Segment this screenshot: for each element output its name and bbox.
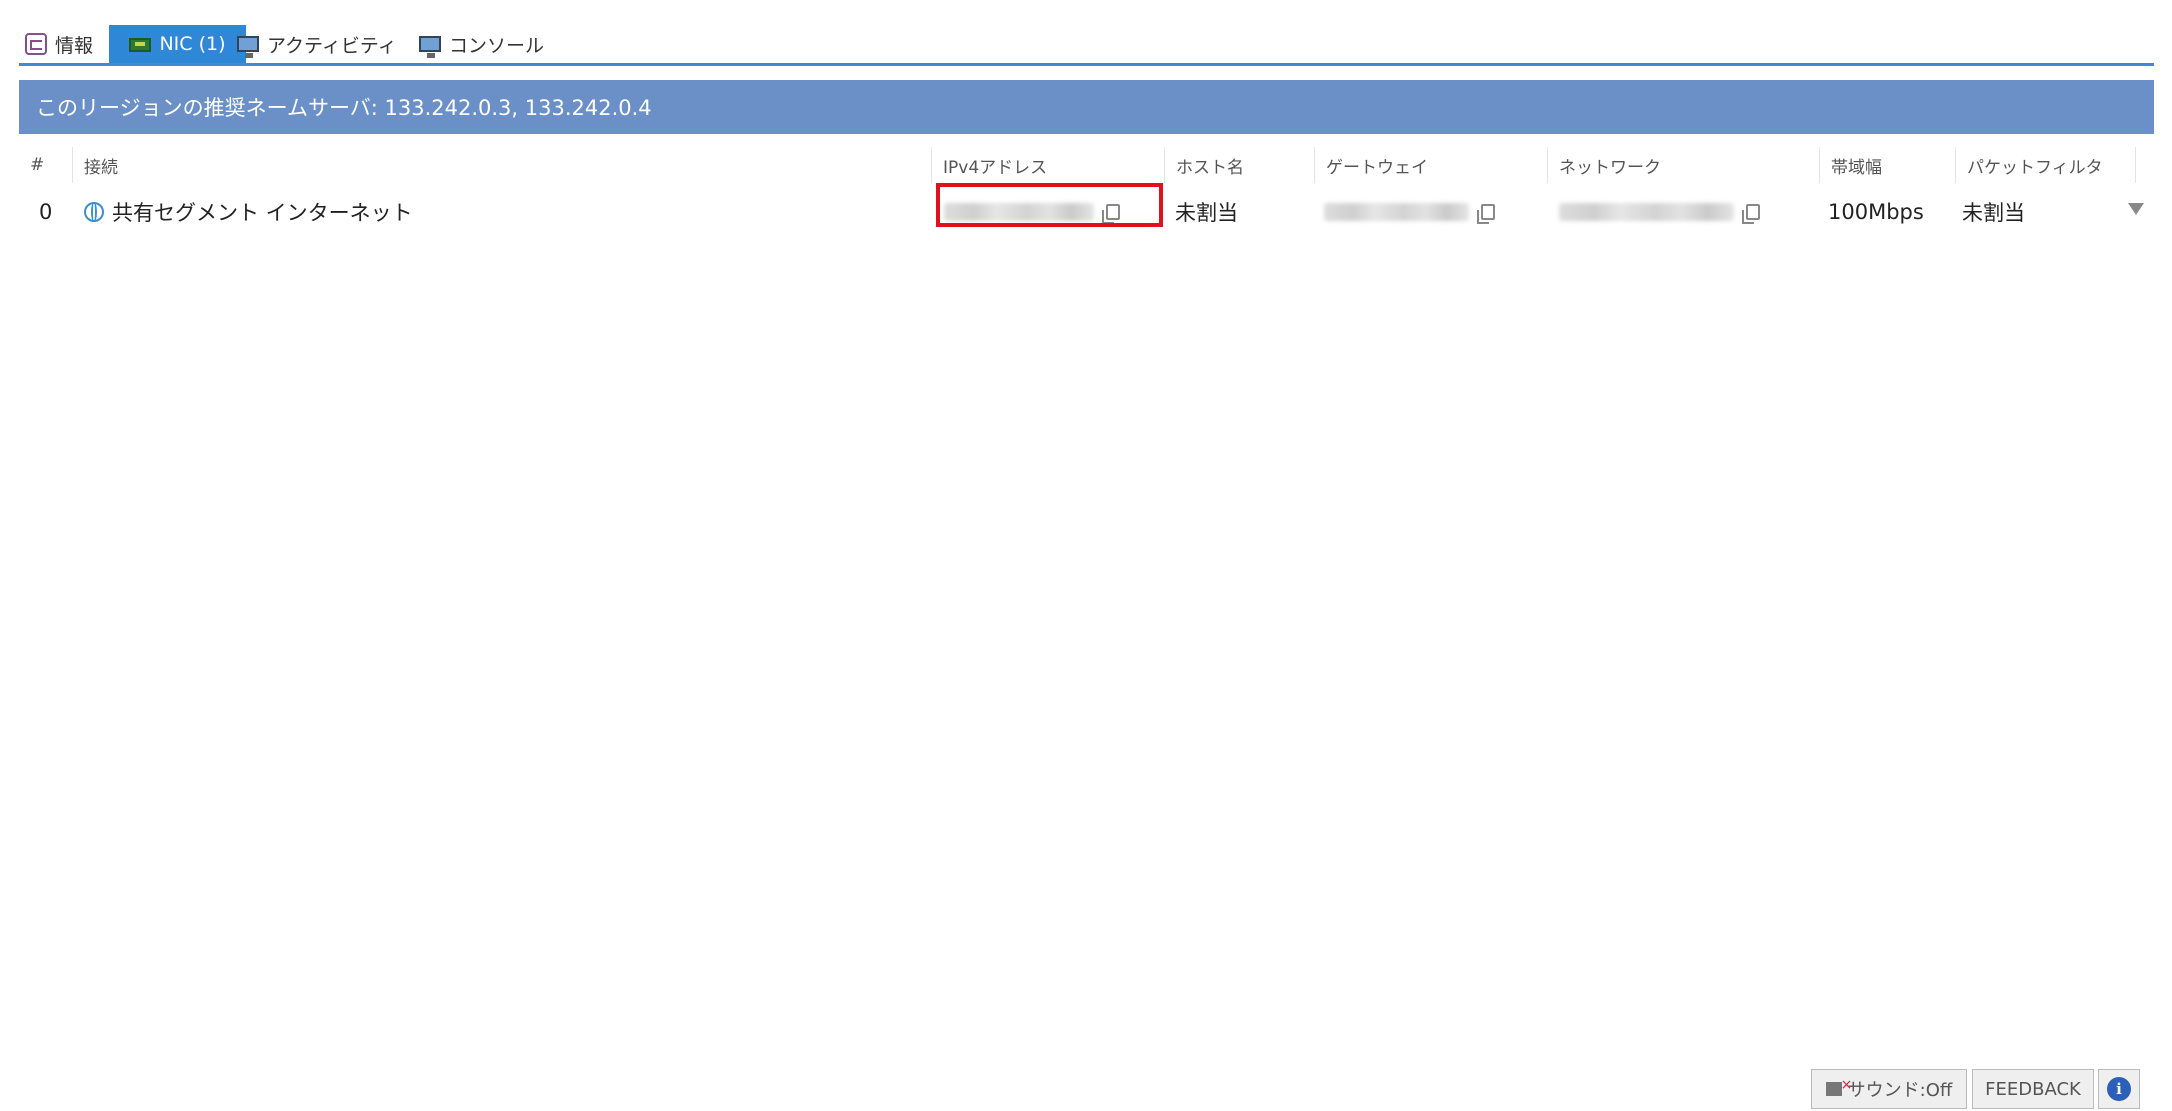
- nameserver-banner-text: このリージョンの推奨ネームサーバ: 133.242.0.3, 133.242.0…: [36, 96, 652, 120]
- globe-icon: [84, 202, 104, 222]
- tab-nic[interactable]: NIC (1): [109, 25, 246, 63]
- tab-console-label: コンソール: [449, 34, 545, 57]
- column-header-bandwidth[interactable]: 帯域幅: [1819, 147, 1955, 183]
- copy-network-icon[interactable]: [1742, 204, 1760, 224]
- speaker-muted-icon: [1825, 1077, 1852, 1096]
- monitor-icon: [419, 36, 441, 58]
- row-connection: 共有セグメント インターネット: [84, 192, 413, 232]
- row-menu-arrow-icon[interactable]: [2128, 203, 2144, 215]
- nameserver-banner: このリージョンの推奨ネームサーバ: 133.242.0.3, 133.242.0…: [19, 80, 2154, 134]
- sound-toggle-button[interactable]: サウンド:Off: [1811, 1069, 1967, 1109]
- row-bandwidth: 100Mbps: [1828, 200, 1924, 224]
- column-header-hostname[interactable]: ホスト名: [1164, 147, 1314, 183]
- nic-card-icon: [129, 38, 152, 52]
- monitor-icon: [237, 36, 259, 58]
- column-header-ipv4[interactable]: IPv4アドレス: [931, 147, 1164, 183]
- column-header-connection[interactable]: 接続: [72, 147, 951, 183]
- tab-bar: 情報 NIC (1) アクティビティ コンソール: [19, 25, 2154, 66]
- tab-activity-label: アクティビティ: [267, 34, 397, 57]
- network-redacted-value: [1559, 203, 1734, 221]
- tab-info[interactable]: 情報: [25, 25, 93, 63]
- tab-nic-label: NIC (1): [159, 33, 226, 55]
- column-header-packet-filter[interactable]: パケットフィルタ: [1955, 147, 2135, 183]
- info-icon: i: [2107, 1077, 2131, 1101]
- tab-info-label: 情報: [55, 34, 94, 57]
- tab-activity[interactable]: アクティビティ: [237, 25, 397, 63]
- column-header-menu[interactable]: [2135, 147, 2154, 183]
- column-header-network[interactable]: ネットワーク: [1547, 147, 1819, 183]
- table-header: # 接続 IPv4アドレス ホスト名 ゲートウェイ ネットワーク 帯域幅 パケッ…: [19, 147, 2154, 183]
- row-network: [1559, 192, 1760, 232]
- info-card-icon: [25, 33, 47, 55]
- info-button[interactable]: i: [2098, 1069, 2140, 1109]
- row-connection-label: 共有セグメント インターネット: [112, 201, 413, 225]
- gateway-redacted-value: [1324, 203, 1469, 221]
- feedback-button[interactable]: FEEDBACK: [1972, 1069, 2094, 1109]
- sound-toggle-label: サウンド:Off: [1847, 1080, 1953, 1101]
- feedback-label: FEEDBACK: [1985, 1078, 2081, 1100]
- column-header-index[interactable]: #: [19, 147, 72, 183]
- copy-gateway-icon[interactable]: [1477, 204, 1495, 224]
- row-hostname: 未割当: [1175, 201, 1238, 225]
- tab-console[interactable]: コンソール: [419, 25, 544, 63]
- row-packet-filter[interactable]: 未割当: [1962, 192, 2025, 232]
- ipv4-highlight-box: [936, 183, 1163, 227]
- row-index: 0: [39, 200, 53, 224]
- column-header-gateway[interactable]: ゲートウェイ: [1314, 147, 1547, 183]
- row-gateway: [1324, 192, 1495, 232]
